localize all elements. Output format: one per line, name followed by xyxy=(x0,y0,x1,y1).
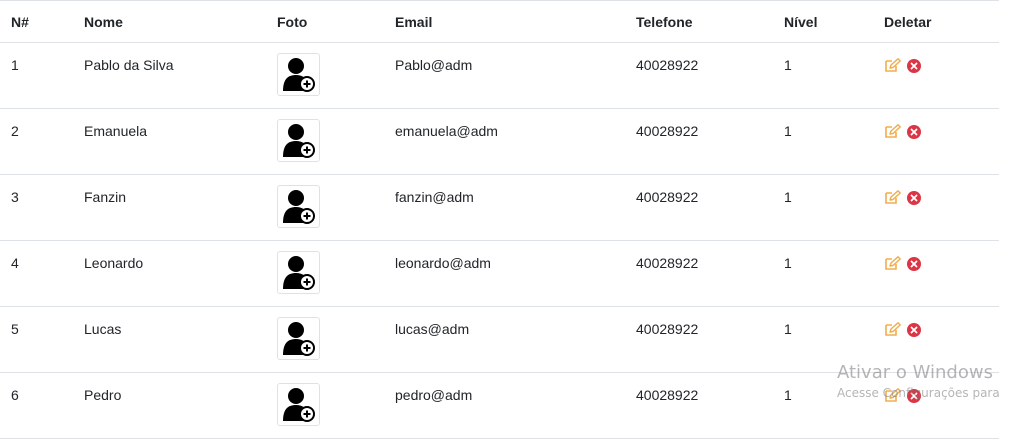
header-delete: Deletar xyxy=(873,0,999,43)
cell-actions xyxy=(873,306,999,373)
cell-email: leonardo@adm xyxy=(384,240,625,307)
user-plus-icon[interactable] xyxy=(277,317,320,360)
cell-name: Lucas xyxy=(73,306,266,373)
header-photo: Foto xyxy=(266,0,384,43)
cell-phone: 40028922 xyxy=(625,42,773,109)
header-email: Email xyxy=(384,0,625,43)
header-level: Nível xyxy=(773,0,873,43)
cell-email: Pablo@adm xyxy=(384,42,625,109)
cell-level: 1 xyxy=(773,108,873,175)
header-phone: Telefone xyxy=(625,0,773,43)
table-row: 4 Leonardo leonardo@adm 40028922 1 xyxy=(0,240,999,307)
table-row: 2 Emanuela emanuela@adm 40028922 1 xyxy=(0,108,999,175)
table-row: 6 Pedro pedro@adm 40028922 1 xyxy=(0,372,999,439)
cell-photo xyxy=(266,174,384,241)
cell-email: lucas@adm xyxy=(384,306,625,373)
cell-actions xyxy=(873,108,999,175)
table-row: 5 Lucas lucas@adm 40028922 1 xyxy=(0,306,999,373)
user-plus-icon[interactable] xyxy=(277,119,320,162)
cell-actions xyxy=(873,372,999,439)
cell-id: 1 xyxy=(0,42,73,109)
cell-phone: 40028922 xyxy=(625,240,773,307)
cell-name: Pedro xyxy=(73,372,266,439)
cell-email: fanzin@adm xyxy=(384,174,625,241)
cell-id: 3 xyxy=(0,174,73,241)
cell-level: 1 xyxy=(773,306,873,373)
close-circle-icon[interactable] xyxy=(907,256,921,271)
cell-photo xyxy=(266,42,384,109)
user-plus-icon[interactable] xyxy=(277,383,320,426)
cell-id: 6 xyxy=(0,372,73,439)
cell-email: emanuela@adm xyxy=(384,108,625,175)
cell-photo xyxy=(266,306,384,373)
edit-icon[interactable] xyxy=(884,190,901,205)
edit-icon[interactable] xyxy=(884,322,901,337)
cell-id: 4 xyxy=(0,240,73,307)
cell-name: Fanzin xyxy=(73,174,266,241)
cell-level: 1 xyxy=(773,372,873,439)
close-circle-icon[interactable] xyxy=(907,322,921,337)
cell-actions xyxy=(873,42,999,109)
close-circle-icon[interactable] xyxy=(907,58,921,73)
cell-phone: 40028922 xyxy=(625,372,773,439)
edit-icon[interactable] xyxy=(884,124,901,139)
user-plus-icon[interactable] xyxy=(277,53,320,96)
cell-photo xyxy=(266,240,384,307)
cell-level: 1 xyxy=(773,240,873,307)
table-header-row: N# Nome Foto Email Telefone Nível Deleta… xyxy=(0,0,999,43)
cell-actions xyxy=(873,240,999,307)
cell-id: 5 xyxy=(0,306,73,373)
close-circle-icon[interactable] xyxy=(907,190,921,205)
edit-icon[interactable] xyxy=(884,256,901,271)
table-row: 3 Fanzin fanzin@adm 40028922 1 xyxy=(0,174,999,241)
cell-actions xyxy=(873,174,999,241)
header-name: Nome xyxy=(73,0,266,43)
user-plus-icon[interactable] xyxy=(277,185,320,228)
user-plus-icon[interactable] xyxy=(277,251,320,294)
cell-id: 2 xyxy=(0,108,73,175)
cell-name: Leonardo xyxy=(73,240,266,307)
cell-email: pedro@adm xyxy=(384,372,625,439)
cell-phone: 40028922 xyxy=(625,108,773,175)
cell-level: 1 xyxy=(773,174,873,241)
header-id: N# xyxy=(0,0,73,43)
cell-level: 1 xyxy=(773,42,873,109)
close-circle-icon[interactable] xyxy=(907,388,921,403)
edit-icon[interactable] xyxy=(884,388,901,403)
cell-phone: 40028922 xyxy=(625,174,773,241)
cell-photo xyxy=(266,108,384,175)
cell-phone: 40028922 xyxy=(625,306,773,373)
table-row: 1 Pablo da Silva Pablo@adm 40028922 1 xyxy=(0,42,999,109)
edit-icon[interactable] xyxy=(884,58,901,73)
cell-photo xyxy=(266,372,384,439)
users-table: N# Nome Foto Email Telefone Nível Deleta… xyxy=(0,0,999,439)
close-circle-icon[interactable] xyxy=(907,124,921,139)
cell-name: Emanuela xyxy=(73,108,266,175)
cell-name: Pablo da Silva xyxy=(73,42,266,109)
